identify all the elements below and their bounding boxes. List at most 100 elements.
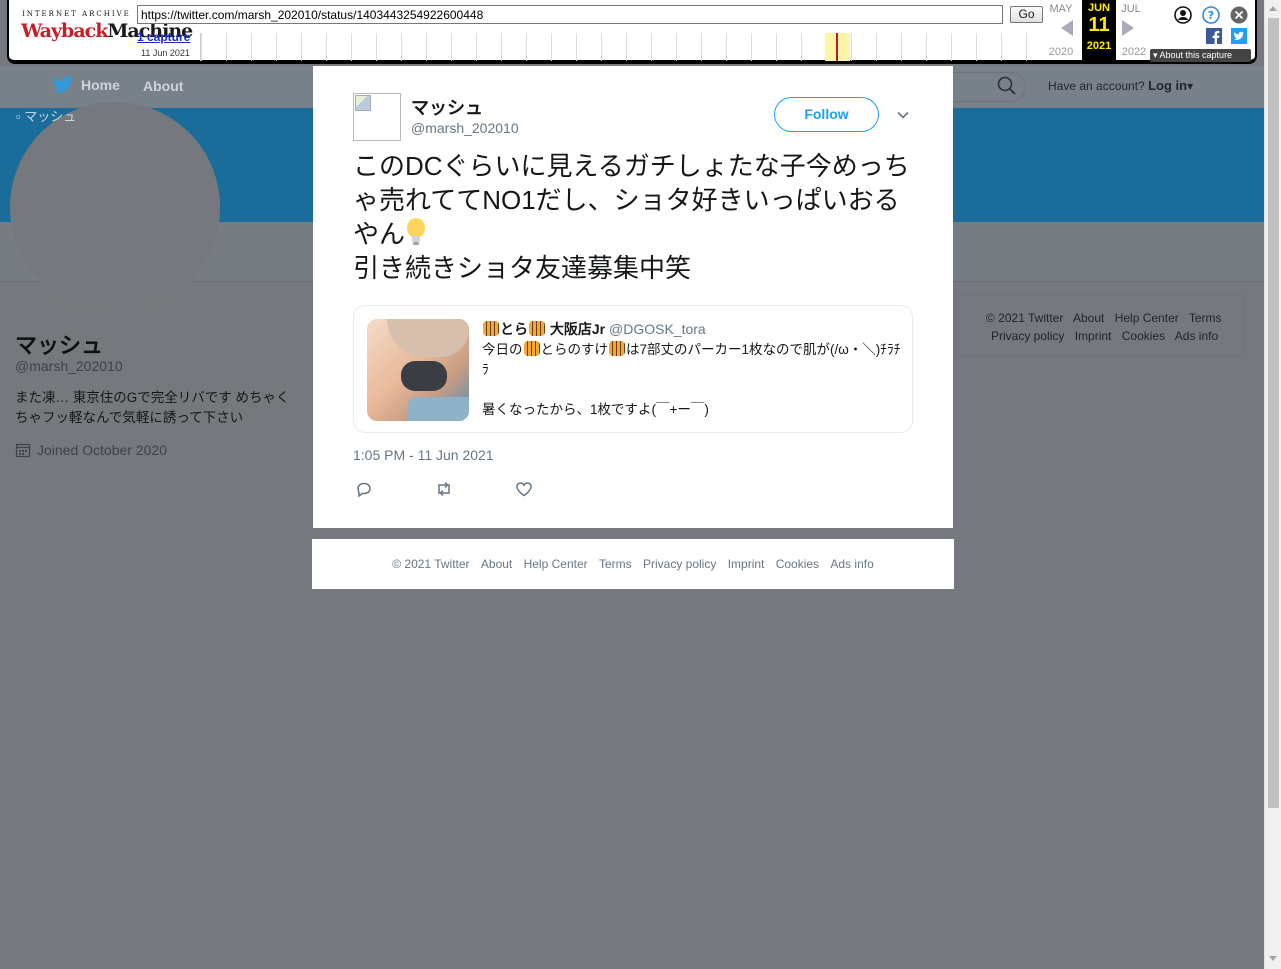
- side-footer-link[interactable]: Ads info: [1175, 329, 1218, 343]
- scroll-up-arrow-icon[interactable]: [1269, 6, 1277, 11]
- chevron-down-icon[interactable]: [896, 108, 910, 122]
- tiger-emoji-icon: [523, 341, 540, 356]
- prev-capture-arrow-icon[interactable]: [1061, 20, 1073, 36]
- profile-joined: Joined October 2020: [15, 442, 167, 458]
- quoted-author-name-b: 大阪店Jr: [549, 321, 606, 337]
- current-month: JUN: [1087, 2, 1110, 14]
- follow-button[interactable]: Follow: [774, 97, 879, 132]
- scrollbar[interactable]: [1264, 0, 1281, 969]
- side-footer-row: Privacy policy Imprint Cookies Ads info: [986, 327, 1244, 345]
- quoted-tweet[interactable]: とら 大阪店Jr @DGOSK_tora 今日の とらのすけ は7部丈のパーカー1枚…: [353, 305, 913, 433]
- svg-text:?: ?: [1208, 9, 1214, 22]
- footer-link[interactable]: Help Center: [524, 557, 588, 571]
- quoted-body-d: 暑くなったから、1枚ですよ(￣+ー￣): [482, 402, 709, 417]
- tiger-emoji-icon: [483, 321, 499, 336]
- side-footer-link[interactable]: Help Center: [1115, 311, 1179, 325]
- go-button[interactable]: Go: [1010, 6, 1043, 23]
- prev-month-label[interactable]: MAY: [1044, 3, 1078, 15]
- tweet-text: このDCぐらいに見えるガチしょたな子今めっちゃ売れててNO1だし、ショタ好きいっ…: [353, 150, 923, 285]
- footer-link[interactable]: Terms: [599, 557, 632, 571]
- tiger-emoji-icon: [609, 341, 625, 356]
- search-icon[interactable]: [996, 75, 1018, 97]
- footer-link[interactable]: © 2021 Twitter: [392, 557, 469, 571]
- login-prefix: Have an account?: [1048, 79, 1145, 93]
- quoted-tweet-body: 今日の とらのすけ は7部丈のパーカー1枚なので肌が(/ω・＼)ﾁﾗﾁﾗ 暑くなったか…: [482, 340, 902, 420]
- side-footer-link[interactable]: Privacy policy: [991, 329, 1064, 343]
- avatar-alt-text: マッシュ: [24, 109, 77, 124]
- quoted-body-a: 今日の: [482, 342, 523, 357]
- like-heart-icon[interactable]: [514, 479, 534, 499]
- next-month-label[interactable]: JUL: [1114, 3, 1148, 15]
- broken-image-icon: [355, 95, 371, 111]
- quoted-author-handle: @DGOSK_tora: [609, 321, 706, 337]
- footer-link[interactable]: Privacy policy: [643, 557, 716, 571]
- wayback-logo-part1: Wayback: [21, 20, 108, 42]
- capture-sparkline[interactable]: [200, 33, 1050, 61]
- current-year: 2021: [1086, 40, 1112, 52]
- calendar-icon: [15, 443, 31, 458]
- profile-bio: また凍… 東京住のGで完全リバです めちゃくちゃフッ軽なんで気軽に誘って下さい: [15, 390, 290, 425]
- capture-date: 11 Jun 2021: [141, 48, 190, 58]
- help-icon[interactable]: ?: [1202, 6, 1220, 24]
- modal-footer: © 2021 Twitter About Help Center Terms P…: [312, 539, 954, 589]
- footer-link[interactable]: Cookies: [776, 557, 819, 571]
- side-footer-link[interactable]: Imprint: [1075, 329, 1112, 343]
- twitter-share-icon[interactable]: [1231, 28, 1247, 44]
- next-year-label[interactable]: 2022: [1117, 46, 1151, 58]
- side-footer-link[interactable]: Cookies: [1122, 329, 1165, 343]
- profile-handle: @marsh_202010: [15, 358, 123, 374]
- photo-mask-shape: [401, 361, 447, 391]
- side-footer-row: © 2021 Twitter About Help Center Terms: [986, 309, 1244, 327]
- quoted-body-b: とらのすけ: [540, 342, 609, 357]
- side-footer-link[interactable]: About: [1073, 311, 1104, 325]
- footer-link[interactable]: Imprint: [728, 557, 765, 571]
- nav-home-label: Home: [81, 77, 120, 93]
- capture-count-link[interactable]: 1 capture: [137, 30, 190, 44]
- facebook-icon[interactable]: [1206, 28, 1222, 44]
- current-capture-date: JUN 11 2021: [1082, 0, 1116, 61]
- tweet-text-line1: このDCぐらいに見えるガチしょたな子今めっちゃ売れててNO1だし、ショタ好きいっ…: [353, 151, 910, 249]
- profile-name: マッシュ: [15, 333, 104, 358]
- login-link[interactable]: Log in: [1148, 78, 1187, 93]
- nav-about-link[interactable]: About: [143, 78, 183, 94]
- photo-hair-shape: [387, 319, 469, 357]
- wayback-url-input[interactable]: [137, 5, 1003, 24]
- footer-link[interactable]: About: [481, 557, 512, 571]
- current-day: 11: [1088, 14, 1110, 36]
- quoted-author-name-a: とら: [500, 321, 528, 337]
- nav-home-link[interactable]: Home: [52, 76, 120, 94]
- broken-image-icon: ▫: [16, 109, 21, 124]
- tweet-author-handle[interactable]: @marsh_202010: [411, 120, 519, 136]
- tweet-author-name[interactable]: マッシュ: [411, 94, 483, 120]
- sparkline-capture-mark: [836, 33, 838, 61]
- side-footer: © 2021 Twitter About Help Center Terms P…: [955, 294, 1245, 356]
- login-prompt: Have an account? Log in▾: [1048, 78, 1193, 93]
- tiger-emoji-icon: [529, 321, 545, 336]
- quoted-tweet-image[interactable]: [367, 319, 469, 421]
- internet-archive-label[interactable]: INTERNET ARCHIVE: [22, 10, 131, 18]
- tweet-text-line2: 引き続きショタ友達募集中笑: [353, 252, 692, 283]
- wayback-toolbar: INTERNET ARCHIVE WaybackMachine Go 1 cap…: [7, 0, 1257, 64]
- retweet-icon[interactable]: [434, 479, 454, 499]
- prev-year-label[interactable]: 2020: [1044, 46, 1078, 58]
- tweet-timestamp[interactable]: 1:05 PM - 11 Jun 2021: [353, 447, 494, 463]
- profile-avatar-alt: ▫ マッシュ: [16, 106, 76, 125]
- caret-down-icon: ▾: [1187, 79, 1194, 93]
- profile-avatar[interactable]: [10, 102, 220, 312]
- reply-icon[interactable]: [354, 479, 374, 499]
- side-footer-link[interactable]: © 2021 Twitter: [986, 311, 1063, 325]
- tweet-author-avatar[interactable]: [353, 93, 401, 141]
- scroll-down-arrow-icon[interactable]: [1269, 956, 1277, 961]
- quoted-tweet-header: とら 大阪店Jr @DGOSK_tora: [482, 319, 706, 339]
- about-capture-button[interactable]: ▾ About this capture: [1150, 49, 1251, 62]
- next-capture-arrow-icon[interactable]: [1122, 20, 1134, 36]
- side-footer-link[interactable]: Terms: [1189, 311, 1222, 325]
- tweet-modal: マッシュ @marsh_202010 Follow このDCぐらいに見えるガチし…: [313, 66, 953, 528]
- user-account-icon[interactable]: [1174, 6, 1192, 24]
- photo-shirt-shape: [407, 397, 469, 421]
- close-icon[interactable]: [1230, 6, 1248, 24]
- footer-link[interactable]: Ads info: [830, 557, 873, 571]
- twitter-bird-icon: [52, 76, 73, 93]
- joined-text: Joined October 2020: [37, 442, 167, 458]
- scrollbar-thumb[interactable]: [1268, 18, 1279, 808]
